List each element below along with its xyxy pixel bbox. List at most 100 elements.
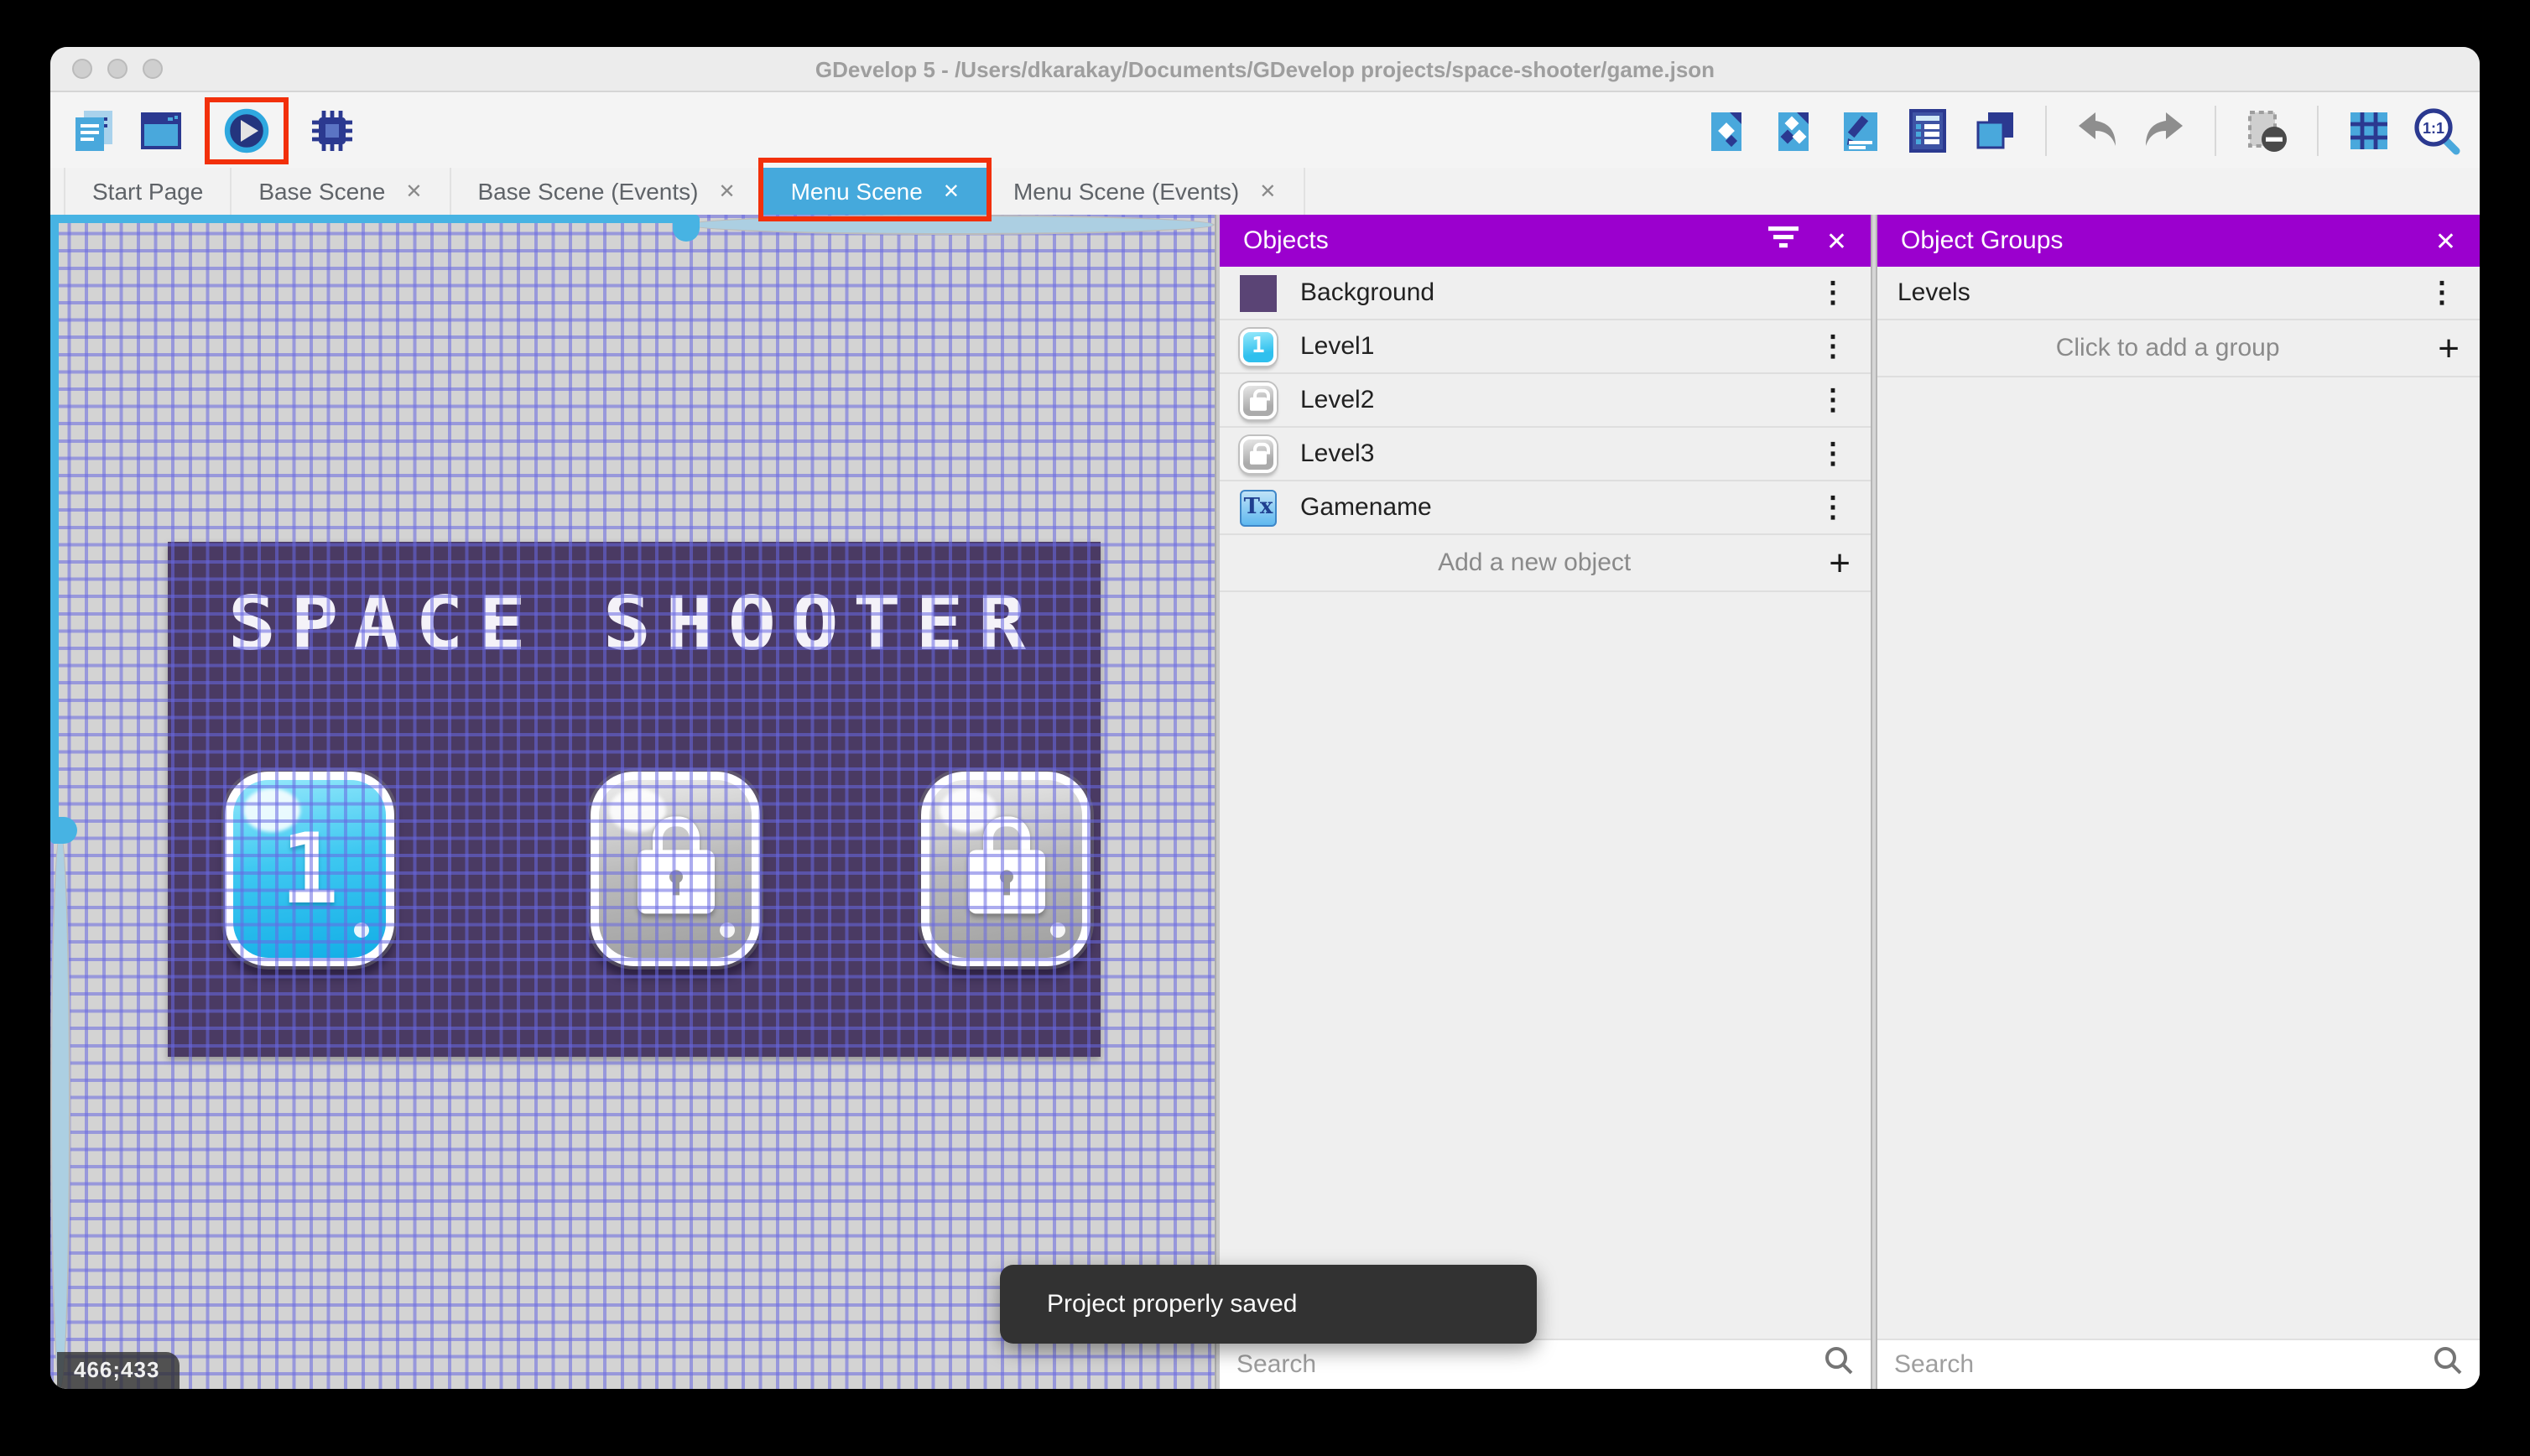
level2-thumbnail	[1240, 382, 1277, 419]
project-manager-icon[interactable]	[67, 103, 121, 157]
level2-object[interactable]	[591, 772, 760, 966]
shine-dot	[1050, 923, 1065, 938]
panel-divider[interactable]	[1871, 215, 1877, 1389]
gdevelop-window: GDevelop 5 - /Users/dkarakay/Documents/G…	[50, 47, 2480, 1389]
main-content: SPACE SHOOTER 1 466;433 Objects ✕ Backgr…	[50, 215, 2480, 1389]
tab-start-page[interactable]: Start Page	[64, 168, 232, 215]
toolbar-left-group	[67, 96, 359, 164]
object-name: Background	[1300, 278, 1435, 307]
kebab-menu-icon[interactable]: ⋮	[2421, 278, 2463, 307]
objects-search-input[interactable]	[1236, 1350, 1810, 1379]
toggle-grid-icon[interactable]	[2342, 103, 2396, 157]
horizontal-scrollbar[interactable]	[50, 215, 1215, 235]
add-object-row[interactable]: Add a new object +	[1220, 535, 1871, 592]
level-buttons-row: 1	[168, 772, 1101, 966]
mini-lock-icon	[1250, 441, 1270, 464]
shine-dot	[354, 923, 369, 938]
toolbar: 1:1	[50, 92, 2480, 168]
scene-window-icon[interactable]	[134, 103, 188, 157]
close-panel-icon[interactable]: ✕	[2435, 226, 2456, 256]
close-tab-icon[interactable]: ✕	[943, 179, 960, 203]
kebab-menu-icon[interactable]: ⋮	[1812, 278, 1854, 307]
redo-icon[interactable]	[2137, 103, 2191, 157]
tab-label: Base Scene (Events)	[477, 178, 699, 205]
groups-search-bar	[1877, 1339, 2480, 1389]
tab-menu-scene[interactable]: Menu Scene ✕	[758, 158, 992, 221]
toolbar-right-group: 1:1	[1700, 103, 2463, 157]
tab-base-scene-events[interactable]: Base Scene (Events) ✕	[450, 168, 764, 215]
clear-selection-icon[interactable]	[2240, 103, 2293, 157]
level1-object[interactable]: 1	[225, 772, 394, 966]
toast-message: Project properly saved	[1047, 1290, 1298, 1318]
lock-icon	[967, 816, 1044, 914]
zoom-ratio-label: 1:1	[2423, 119, 2444, 136]
close-panel-icon[interactable]: ✕	[1826, 226, 1847, 256]
search-icon	[2433, 1345, 2463, 1384]
close-tab-icon[interactable]: ✕	[718, 179, 735, 203]
vertical-scroll-handle[interactable]	[50, 817, 77, 844]
kebab-menu-icon[interactable]: ⋮	[1812, 332, 1854, 361]
debug-icon[interactable]	[305, 103, 359, 157]
level3-object[interactable]	[921, 772, 1091, 966]
cursor-coordinates: 466;433	[57, 1352, 180, 1389]
tab-base-scene[interactable]: Base Scene ✕	[232, 168, 451, 215]
undo-icon[interactable]	[2070, 103, 2124, 157]
save-toast: Project properly saved	[1000, 1265, 1537, 1344]
tab-label: Menu Scene (Events)	[1013, 178, 1240, 205]
play-button-highlight-box	[205, 96, 289, 164]
object-row-level1[interactable]: 1 Level1 ⋮	[1220, 320, 1871, 374]
scene-canvas[interactable]: SPACE SHOOTER 1 466;433	[50, 215, 1215, 1389]
background-thumbnail	[1240, 274, 1277, 311]
object-row-background[interactable]: Background ⋮	[1220, 267, 1871, 320]
object-name: Level2	[1300, 386, 1375, 414]
object-row-level3[interactable]: Level3 ⋮	[1220, 428, 1871, 481]
thumbnail-digit: 1	[1252, 334, 1265, 359]
search-icon	[1824, 1345, 1854, 1384]
kebab-menu-icon[interactable]: ⋮	[1812, 439, 1854, 468]
window-title: GDevelop 5 - /Users/dkarakay/Documents/G…	[815, 56, 1715, 81]
title-bar: GDevelop 5 - /Users/dkarakay/Documents/G…	[50, 47, 2480, 92]
groups-panel-empty-area	[1877, 377, 2480, 1339]
tab-menu-scene-events[interactable]: Menu Scene (Events) ✕	[986, 168, 1305, 215]
toolbar-separator	[2317, 105, 2319, 155]
add-group-row[interactable]: Click to add a group +	[1877, 320, 2480, 377]
close-tab-icon[interactable]: ✕	[1259, 179, 1276, 203]
filter-icon[interactable]	[1768, 225, 1799, 257]
level1-thumbnail: 1	[1240, 328, 1277, 365]
group-name: Levels	[1898, 278, 1970, 307]
objects-panel-empty-area	[1220, 592, 1871, 1339]
group-row-levels[interactable]: Levels ⋮	[1877, 267, 2480, 320]
plus-icon[interactable]: +	[2438, 329, 2460, 367]
add-object-icon[interactable]	[1700, 103, 1753, 157]
scene-title-text[interactable]: SPACE SHOOTER	[131, 582, 1138, 668]
kebab-menu-icon[interactable]: ⋮	[1812, 386, 1854, 414]
plus-icon[interactable]: +	[1829, 543, 1851, 581]
object-groups-panel-title: Object Groups	[1901, 226, 2064, 255]
vertical-scrollbar[interactable]	[50, 215, 70, 1389]
shine-dot	[720, 923, 735, 938]
kebab-menu-icon[interactable]: ⋮	[1812, 493, 1854, 522]
add-object-group-icon[interactable]	[1767, 103, 1820, 157]
object-name: Level1	[1300, 332, 1375, 361]
edit-properties-icon[interactable]	[1834, 103, 1887, 157]
layers-icon[interactable]	[1968, 103, 2022, 157]
objects-search-bar	[1220, 1339, 1871, 1389]
background-object[interactable]: SPACE SHOOTER 1	[168, 542, 1101, 1057]
object-row-level2[interactable]: Level2 ⋮	[1220, 374, 1871, 428]
object-groups-panel-header: Object Groups ✕	[1877, 215, 2480, 267]
horizontal-scroll-handle[interactable]	[673, 215, 700, 242]
object-name: Level3	[1300, 439, 1375, 468]
add-group-label: Click to add a group	[2055, 334, 2280, 362]
object-row-gamename[interactable]: Tx Gamename ⋮	[1220, 481, 1871, 535]
toolbar-separator	[2045, 105, 2047, 155]
toolbar-separator	[2215, 105, 2216, 155]
zoom-one-to-one-icon[interactable]: 1:1	[2409, 103, 2463, 157]
close-tab-icon[interactable]: ✕	[405, 179, 422, 203]
objects-panel-title: Objects	[1243, 226, 1329, 255]
groups-search-input[interactable]	[1894, 1350, 2419, 1379]
instances-list-icon[interactable]	[1901, 103, 1955, 157]
tab-label: Menu Scene	[790, 178, 923, 205]
play-icon[interactable]	[220, 103, 273, 157]
tab-label: Start Page	[92, 178, 204, 205]
text-object-thumbnail: Tx	[1240, 489, 1277, 526]
